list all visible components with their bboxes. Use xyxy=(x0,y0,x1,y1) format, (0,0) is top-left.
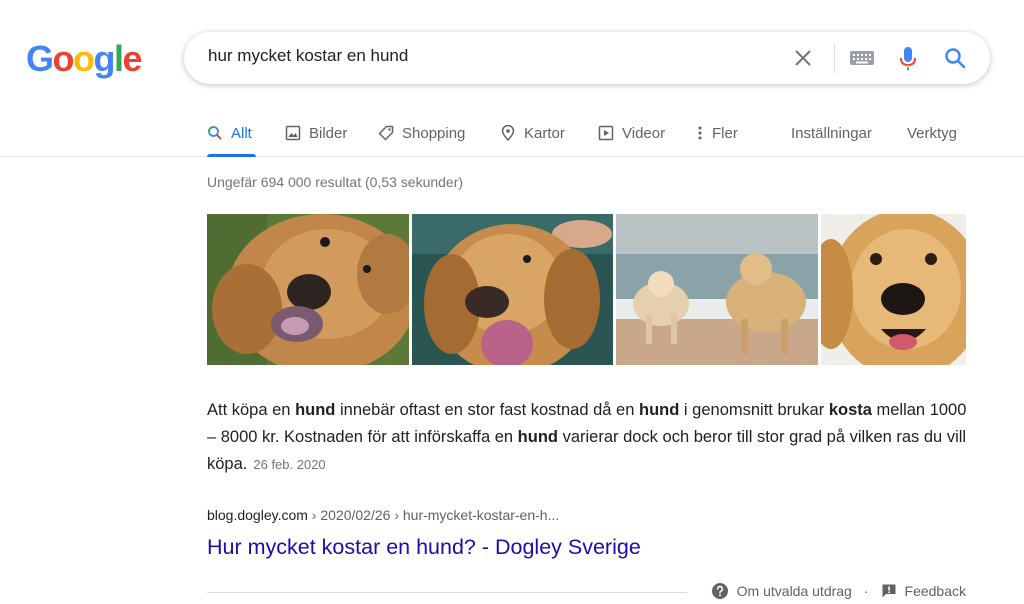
snippet-date: 26 feb. 2020 xyxy=(253,457,326,472)
search-input[interactable] xyxy=(208,46,768,66)
snippet-text: Att köpa en xyxy=(207,401,296,419)
search-divider xyxy=(834,43,835,73)
feedback-label: Feedback xyxy=(904,583,966,599)
tools-label: Verktyg xyxy=(907,124,958,142)
snippet-text: i genomsnitt brukar xyxy=(679,401,829,419)
result-domain: blog.dogley.com xyxy=(207,507,308,523)
settings-link[interactable]: Inställningar xyxy=(791,122,872,144)
more-vert-icon xyxy=(696,125,704,141)
logo-letter: e xyxy=(122,38,143,79)
logo-letter: o xyxy=(52,38,75,79)
result-stats: Ungefär 694 000 resultat (0,53 sekunder) xyxy=(207,174,464,190)
tab-label: Fler xyxy=(712,124,738,142)
featured-snippet-footer: Om utvalda utdrag · Feedback xyxy=(711,582,966,600)
featured-snippet-text: Att köpa en hund innebär oftast en stor … xyxy=(207,397,967,478)
tab-label: Allt xyxy=(231,124,252,142)
settings-label: Inställningar xyxy=(791,124,872,142)
tools-link[interactable]: Verktyg xyxy=(907,122,957,144)
video-icon xyxy=(598,125,614,141)
close-icon[interactable] xyxy=(793,48,813,68)
about-featured-snippets-link[interactable]: Om utvalda utdrag xyxy=(711,582,852,600)
tag-icon xyxy=(378,125,394,141)
tab-more[interactable]: Fler xyxy=(696,122,738,144)
result-image-2[interactable] xyxy=(411,214,614,365)
tab-label: Videor xyxy=(622,124,666,142)
feedback-link[interactable]: Feedback xyxy=(881,583,966,599)
search-box[interactable] xyxy=(184,32,990,84)
keyboard-icon[interactable] xyxy=(849,50,875,66)
map-pin-icon xyxy=(500,125,516,141)
result-url[interactable]: blog.dogley.com › 2020/02/26 › hur-mycke… xyxy=(207,507,559,523)
result-image-4[interactable] xyxy=(821,214,966,365)
logo-letter: o xyxy=(73,38,95,79)
tab-label: Kartor xyxy=(524,124,565,142)
feedback-icon xyxy=(882,584,896,598)
result-image-1[interactable] xyxy=(207,214,409,365)
snippet-highlight: hund xyxy=(639,401,680,419)
tab-images[interactable]: Bilder xyxy=(285,122,347,144)
search-tabs: Allt Bilder Shopping Kartor Videor Fler … xyxy=(0,112,1024,157)
tab-shopping[interactable]: Shopping xyxy=(378,122,465,144)
tab-all[interactable]: Allt xyxy=(207,122,252,144)
search-icon[interactable] xyxy=(943,46,967,70)
active-tab-indicator xyxy=(207,154,256,157)
result-image-3[interactable] xyxy=(616,214,819,365)
logo-letter: g xyxy=(93,38,116,79)
logo-letter: l xyxy=(114,38,124,79)
image-strip xyxy=(207,214,966,365)
tab-label: Shopping xyxy=(402,124,466,142)
logo-letter: G xyxy=(26,38,54,79)
search-icon xyxy=(207,125,223,141)
about-label: Om utvalda utdrag xyxy=(736,583,852,599)
tab-label: Bilder xyxy=(309,124,348,142)
help-icon xyxy=(711,583,728,599)
tab-maps[interactable]: Kartor xyxy=(500,122,565,144)
result-path: › 2020/02/26 › hur-mycket-kostar-en-h... xyxy=(307,507,560,523)
snippet-highlight: hund xyxy=(517,428,558,446)
microphone-icon[interactable] xyxy=(898,46,918,72)
snippet-text: innebär oftast en stor fast kostnad då e… xyxy=(335,401,639,419)
snippet-highlight: kosta xyxy=(828,401,872,419)
result-title-link[interactable]: Hur mycket kostar en hund? - Dogley Sver… xyxy=(207,535,641,560)
snippet-highlight: hund xyxy=(295,401,336,419)
tab-videos[interactable]: Videor xyxy=(598,122,665,144)
image-icon xyxy=(285,125,301,141)
footer-separator: · xyxy=(863,583,869,599)
google-logo[interactable]: G o o g l e xyxy=(26,38,143,80)
snippet-divider xyxy=(207,592,687,593)
